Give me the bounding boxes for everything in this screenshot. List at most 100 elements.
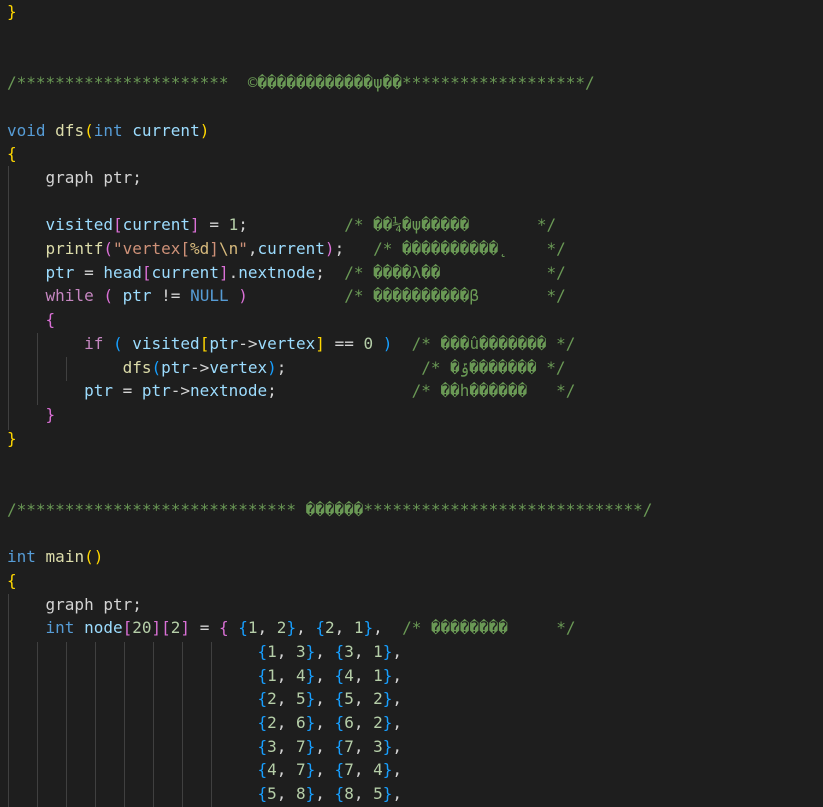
comment-token: /* �������� */ — [402, 618, 576, 638]
bracket-token: } — [7, 428, 17, 448]
bracket-token: ( — [103, 286, 113, 306]
bracket-token: } — [305, 665, 316, 685]
text-token: , — [276, 713, 296, 732]
bracket-token: } — [363, 618, 374, 638]
bracket-token: { — [257, 713, 268, 732]
text-token: , — [392, 784, 403, 804]
number-token: 2 — [373, 689, 383, 709]
bracket-token: ( — [103, 239, 113, 258]
number-token: 3 — [373, 736, 383, 756]
text-token: , — [334, 618, 354, 638]
bracket-token: () — [84, 547, 104, 567]
text-token: graph ptr; — [7, 167, 142, 187]
bracket-token: } — [382, 641, 393, 661]
text-token: , — [353, 641, 374, 661]
text-token: -> — [238, 333, 258, 353]
comment-token: /********************** ©������������ψ��… — [7, 73, 595, 93]
text-token: = — [199, 215, 229, 235]
number-token: 5 — [344, 689, 354, 709]
number-token: 2 — [276, 618, 287, 638]
bracket-token: ( — [84, 120, 94, 140]
bracket-token: ] — [218, 262, 229, 282]
number-token: 7 — [296, 760, 306, 780]
comment-token: /* ���û������� */ — [411, 333, 576, 353]
identifier-token: current — [132, 120, 200, 140]
text-token: ; — [267, 381, 412, 401]
bracket-token: ] — [315, 333, 325, 353]
number-token: 6 — [344, 713, 354, 732]
bracket-token: [ — [199, 333, 210, 353]
bracket-token: { — [7, 570, 17, 590]
text-token: , — [276, 784, 296, 804]
bracket-token: } — [305, 713, 316, 732]
code-line: { — [7, 142, 17, 166]
number-token: 1 — [247, 618, 258, 638]
identifier-token: vertex — [257, 333, 316, 353]
number-token: 5 — [296, 689, 306, 709]
bracket-token: } — [382, 760, 393, 780]
number-token: 4 — [344, 665, 354, 685]
text-token: graph ptr; — [7, 594, 142, 614]
string-token: ] — [209, 239, 219, 258]
number-token: 1 — [373, 641, 383, 661]
number-token: 6 — [296, 713, 306, 732]
number-token: 20 — [132, 618, 152, 638]
comment-token: /* ��һ������ */ — [411, 381, 576, 401]
code-line: ptr = head[current].nextnode; /* ����λ��… — [7, 261, 566, 285]
code-line: {2, 5}, {5, 2}, — [7, 687, 402, 711]
text-token: , — [392, 736, 403, 756]
identifier-token: nextnode — [190, 381, 268, 401]
number-token: 1 — [228, 215, 239, 235]
code-editor[interactable]: } /********************** ©������������ψ�… — [0, 0, 823, 807]
bracket-token: } — [45, 404, 56, 424]
comment-token: /* ����������˛ */ — [373, 239, 566, 258]
text-token: , — [353, 784, 374, 804]
bracket-token: } — [382, 689, 393, 709]
string-token: " — [238, 239, 248, 258]
bracket-token: } — [7, 2, 17, 21]
text-token: , — [353, 665, 374, 685]
escape-token: %d — [190, 239, 210, 258]
code-line: if ( visited[ptr->vertex] == 0 ) /* ���û… — [7, 332, 575, 356]
keyword-token: int — [93, 120, 123, 140]
text-token: -> — [190, 357, 210, 377]
code-line: int main() — [7, 545, 103, 569]
bracket-token: } — [305, 641, 316, 661]
number-token: 2 — [267, 689, 277, 709]
text-token: , — [392, 689, 403, 709]
control-keyword-token: while — [45, 286, 94, 306]
code-line: } — [7, 0, 17, 24]
identifier-token: ptr — [141, 381, 171, 401]
text-token: == — [324, 333, 364, 353]
bracket-token: [ — [122, 618, 133, 638]
text-token: , — [315, 689, 335, 709]
code-line: graph ptr; — [7, 593, 142, 617]
bracket-token: { — [257, 641, 268, 661]
bracket-token: { — [334, 713, 345, 732]
text-token: , — [315, 713, 335, 732]
identifier-token: node — [84, 618, 123, 638]
function-name-token: dfs — [55, 120, 85, 140]
identifier-token: visited — [132, 333, 200, 353]
code-line: { — [7, 308, 56, 332]
keyword-token: void — [7, 120, 46, 140]
number-token: 1 — [267, 641, 277, 661]
text-token: , — [392, 760, 403, 780]
identifier-token: current — [122, 215, 191, 235]
text-token: , — [353, 760, 374, 780]
text-token: , — [353, 689, 374, 709]
bracket-token: { — [334, 784, 345, 804]
text-token: , — [315, 760, 335, 780]
text-token: = — [74, 262, 104, 282]
bracket-token: { — [257, 784, 268, 804]
